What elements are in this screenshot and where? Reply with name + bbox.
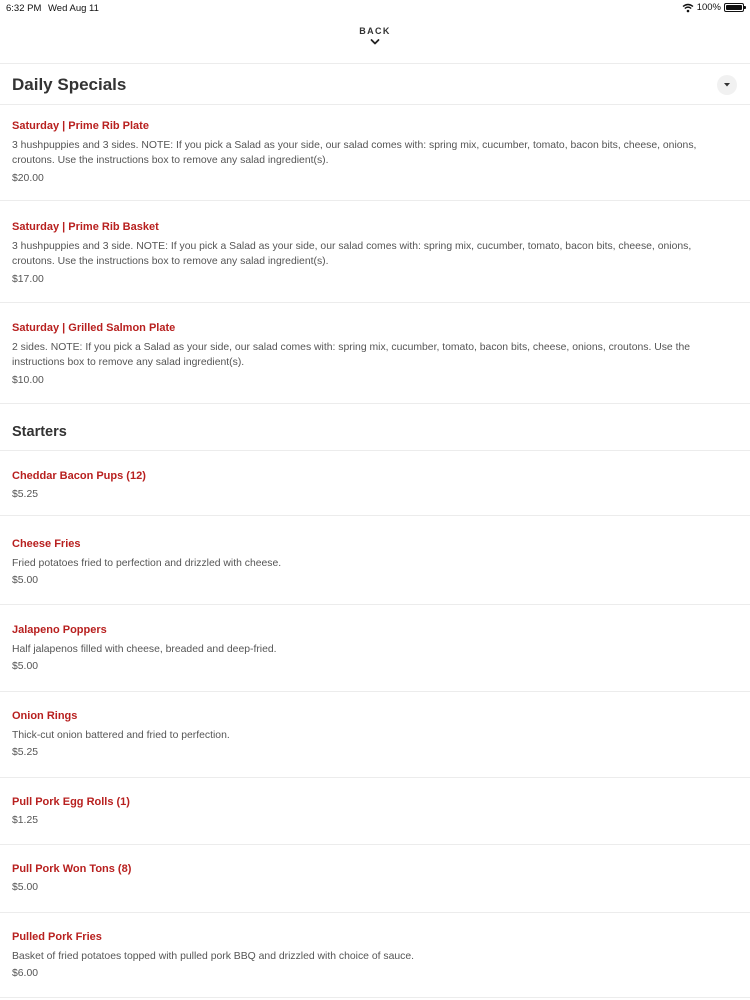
- item-name: Onion Rings: [12, 710, 78, 722]
- menu-item[interactable]: Cheddar Bacon Pups (12) $5.25: [0, 451, 750, 516]
- back-label: BACK: [359, 26, 391, 36]
- chevron-down-icon: [724, 83, 730, 87]
- section-header-daily-specials: Daily Specials: [0, 64, 750, 105]
- item-price: $20.00: [12, 173, 44, 184]
- item-name: Saturday | Grilled Salmon Plate: [12, 322, 176, 334]
- status-date: Wed Aug 11: [48, 3, 99, 14]
- item-description: Fried potatoes fried to perfection and d…: [12, 558, 282, 569]
- item-price: $10.00: [12, 375, 44, 386]
- back-bar: BACK: [0, 16, 750, 64]
- battery-percent: 100%: [696, 2, 721, 13]
- item-price: $5.00: [12, 575, 39, 586]
- item-price: $5.00: [12, 661, 39, 672]
- item-price: $1.25: [12, 815, 39, 826]
- item-price: $6.00: [12, 968, 39, 979]
- item-name: Pulled Pork Fries: [12, 931, 102, 943]
- section-header-starters: Starters: [0, 405, 750, 451]
- menu-item[interactable]: Saturday | Prime Rib Basket 3 hushpuppie…: [0, 205, 750, 303]
- wifi-icon: [682, 3, 694, 12]
- menu-item[interactable]: Pull Pork Egg Rolls (1) $1.25: [0, 779, 750, 845]
- item-price: $5.00: [12, 882, 39, 893]
- menu-item[interactable]: Pulled Pork Fries Basket of fried potato…: [0, 914, 750, 998]
- section-title: Daily Specials: [12, 75, 127, 94]
- item-name: Pull Pork Egg Rolls (1): [12, 796, 130, 808]
- section-title: Starters: [12, 424, 67, 440]
- item-name: Cheddar Bacon Pups (12): [12, 470, 146, 482]
- menu-item[interactable]: Pull Pork Won Tons (8) $5.00: [0, 846, 750, 913]
- item-price: $17.00: [12, 274, 44, 285]
- item-description: Thick-cut onion battered and fried to pe…: [12, 730, 230, 741]
- item-price: $5.25: [12, 747, 39, 758]
- menu-item[interactable]: Saturday | Grilled Salmon Plate 2 sides.…: [0, 304, 750, 404]
- back-button[interactable]: BACK: [340, 26, 410, 56]
- item-name: Cheese Fries: [12, 538, 81, 550]
- menu-item[interactable]: Onion Rings Thick-cut onion battered and…: [0, 693, 750, 778]
- item-name: Saturday | Prime Rib Basket: [12, 221, 159, 233]
- status-time: 6:32 PM: [6, 3, 42, 14]
- item-description: Half jalapenos filled with cheese, bread…: [12, 644, 277, 655]
- item-description: 3 hushpuppies and 3 sides. NOTE: If you …: [12, 140, 697, 166]
- item-description: 2 sides. NOTE: If you pick a Salad as yo…: [12, 342, 691, 368]
- item-description: Basket of fried potatoes topped with pul…: [12, 951, 415, 962]
- item-name: Saturday | Prime Rib Plate: [12, 120, 149, 132]
- chevron-down-icon: [370, 39, 380, 45]
- status-indicators: 100%: [682, 2, 746, 13]
- menu-item[interactable]: Cheese Fries Fried potatoes fried to per…: [0, 520, 750, 605]
- menu-item[interactable]: Jalapeno Poppers Half jalapenos filled w…: [0, 606, 750, 692]
- section-toggle-button[interactable]: [717, 75, 737, 95]
- status-bar: 6:32 PM Wed Aug 11 100%: [0, 0, 750, 16]
- item-name: Jalapeno Poppers: [12, 624, 107, 636]
- item-name: Pull Pork Won Tons (8): [12, 863, 132, 875]
- item-price: $5.25: [12, 489, 39, 500]
- battery-icon: [724, 3, 746, 12]
- item-description: 3 hushpuppies and 3 side. NOTE: If you p…: [12, 241, 692, 267]
- menu-item[interactable]: Saturday | Prime Rib Plate 3 hushpuppies…: [0, 105, 750, 201]
